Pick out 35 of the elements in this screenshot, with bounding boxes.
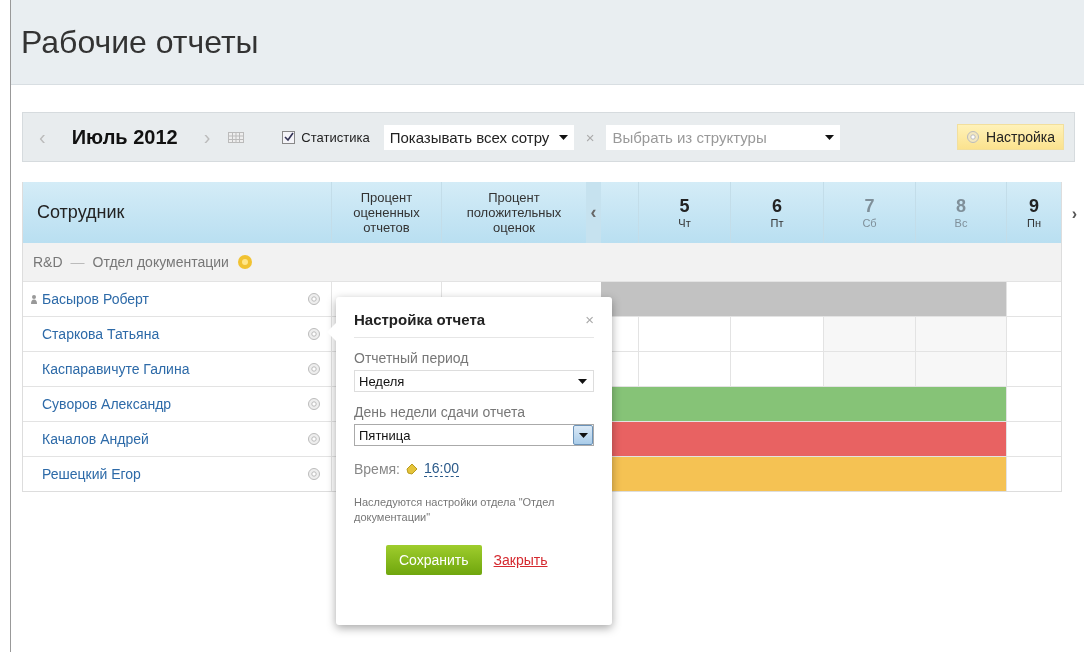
- separator-dash: —: [70, 254, 85, 270]
- statistics-label: Статистика: [301, 129, 370, 145]
- day-number: 6: [772, 196, 782, 217]
- employee-link[interactable]: Решецкий Егор: [42, 466, 141, 482]
- period-label: Отчетный период: [354, 350, 470, 366]
- day-number: 9: [1029, 196, 1039, 217]
- settings-button[interactable]: Настройка: [957, 124, 1064, 150]
- weekday-select[interactable]: Пятница: [354, 424, 594, 446]
- day-number: 7: [864, 196, 875, 217]
- company-label: R&D: [33, 254, 63, 270]
- day-number: 5: [679, 196, 690, 217]
- column-header: Сотрудник: [36, 202, 126, 223]
- period-select[interactable]: Неделя: [354, 370, 594, 392]
- month-label: Июль 2012: [71, 125, 178, 149]
- employee-link[interactable]: Качалов Андрей: [42, 431, 149, 447]
- weekday: Пн: [1027, 217, 1041, 229]
- weekday-label: День недели сдачи отчета: [354, 404, 526, 420]
- weekday: Вс: [954, 217, 968, 229]
- employee-link[interactable]: Каспаравичуте Галина: [42, 361, 190, 377]
- inherit-note: Наследуются настройки отдела "Отдел документации": [354, 495, 556, 525]
- employee-filter-select[interactable]: Показывать всех сотру: [383, 124, 574, 150]
- employee-link[interactable]: Старкова Татьяна: [42, 326, 160, 342]
- day-number: 8: [956, 196, 966, 217]
- weekday: Чт: [678, 217, 691, 229]
- weekday: Сб: [862, 217, 877, 229]
- employee-link[interactable]: Басыров Роберт: [42, 291, 149, 307]
- next-days-arrow[interactable]: ›: [1071, 205, 1077, 223]
- page-title: Рабочие отчеты: [21, 23, 259, 61]
- close-link[interactable]: Закрыть: [493, 552, 548, 568]
- time-label: Время:: [354, 460, 400, 477]
- department-label: Отдел документации: [92, 254, 229, 270]
- popup-title: Настройка отчета: [354, 311, 486, 328]
- weekday: Пт: [770, 217, 784, 229]
- time-link[interactable]: 16:00: [424, 460, 460, 477]
- employee-link[interactable]: Суворов Александр: [42, 396, 172, 412]
